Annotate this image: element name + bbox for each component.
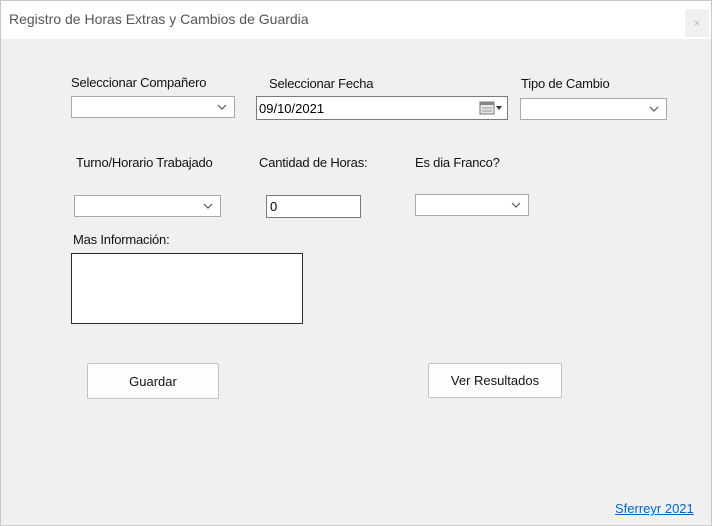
window-title: Registro de Horas Extras y Cambios de Gu…	[9, 11, 309, 27]
fecha-date-picker[interactable]: 09/10/2021	[256, 96, 508, 120]
turno-select[interactable]	[74, 195, 221, 217]
info-label: Mas Información:	[73, 232, 170, 247]
tipo-select[interactable]	[520, 98, 667, 120]
franco-select[interactable]	[415, 194, 529, 216]
close-icon: ×	[693, 16, 701, 30]
tipo-label: Tipo de Cambio	[521, 76, 610, 91]
companero-select[interactable]	[71, 96, 235, 118]
horas-input[interactable]: 0	[266, 195, 361, 218]
calendar-icon[interactable]	[479, 101, 505, 115]
chevron-down-icon	[217, 104, 227, 110]
fecha-label: Seleccionar Fecha	[269, 76, 374, 91]
guardar-button-label: Guardar	[129, 373, 177, 389]
franco-label: Es dia Franco?	[415, 155, 500, 170]
credit-link[interactable]: Sferreyr 2021	[615, 501, 694, 516]
close-button[interactable]: ×	[685, 9, 709, 37]
horas-label: Cantidad de Horas:	[259, 155, 368, 170]
app-window: Registro de Horas Extras y Cambios de Gu…	[0, 0, 712, 526]
turno-label: Turno/Horario Trabajado	[76, 155, 213, 170]
info-textarea[interactable]	[71, 253, 303, 324]
ver-resultados-button-label: Ver Resultados	[450, 373, 540, 388]
companero-label: Seleccionar Compañero	[71, 75, 207, 90]
ver-resultados-button[interactable]: Ver Resultados	[428, 363, 562, 398]
guardar-button[interactable]: Guardar	[87, 363, 219, 399]
chevron-down-icon	[511, 202, 521, 208]
fecha-value: 09/10/2021	[259, 101, 325, 116]
chevron-down-icon	[203, 203, 213, 209]
title-bar: Registro de Horas Extras y Cambios de Gu…	[1, 1, 711, 39]
horas-value: 0	[270, 199, 278, 214]
chevron-down-icon	[649, 106, 659, 112]
